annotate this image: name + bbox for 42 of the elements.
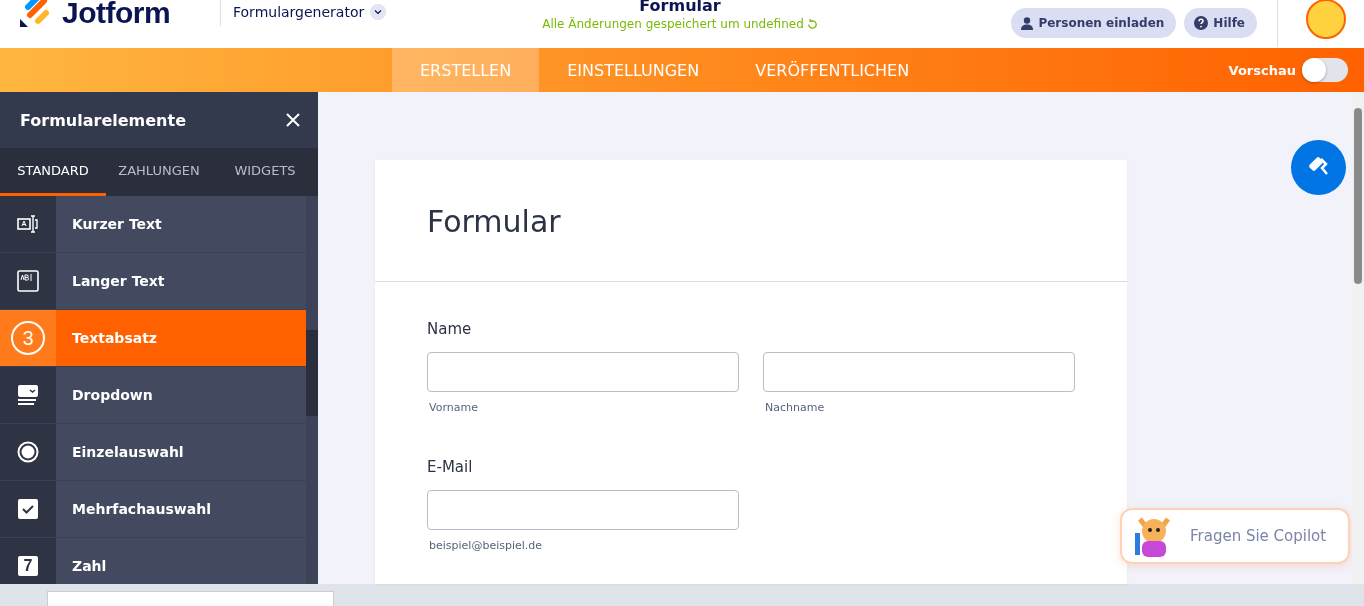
element-item[interactable]: Langer Text [0, 253, 306, 310]
taskbar-search-field[interactable] [47, 591, 334, 606]
element-item[interactable]: Kurzer Text [0, 196, 306, 253]
preview-label: Vorschau [1228, 62, 1296, 78]
field-sublabel: Vorname [428, 401, 479, 414]
text-area-icon [17, 270, 39, 292]
text-field-icon [17, 214, 39, 234]
dropdown-icon [18, 385, 38, 405]
refresh-icon[interactable] [806, 18, 818, 30]
element-item[interactable]: Mehrfachauswahl [0, 481, 306, 538]
close-button[interactable] [286, 113, 300, 127]
scrollbar-thumb[interactable] [306, 330, 318, 416]
element-item[interactable]: 7 Zahl [0, 538, 306, 584]
app-menu[interactable]: Formulargenerator [233, 4, 365, 20]
field-label: E-Mail [427, 458, 474, 476]
panel-tab[interactable]: ZAHLUNGEN [106, 148, 212, 196]
panel-tab[interactable]: WIDGETS [212, 148, 318, 196]
help-button[interactable]: Hilfe [1184, 8, 1257, 38]
radio-icon [17, 441, 39, 463]
input-field[interactable] [427, 490, 739, 530]
scrollbar-thumb[interactable] [1354, 108, 1362, 284]
number-badge: 3 [11, 321, 45, 355]
invite-button[interactable]: Personen einladen [1011, 8, 1177, 38]
panel-title: Formularelemente [20, 110, 186, 130]
logo-icon [20, 0, 52, 27]
number-icon: 7 [18, 556, 38, 576]
avatar[interactable] [1306, 0, 1346, 39]
checkbox-icon [18, 499, 38, 519]
field-sublabel: beispiel@beispiel.de [428, 539, 544, 552]
form-heading: Formular [375, 160, 1127, 282]
preview-toggle[interactable] [1302, 58, 1348, 82]
element-item[interactable]: Dropdown [0, 367, 306, 424]
help-icon [1194, 16, 1209, 30]
input-field[interactable] [763, 352, 1075, 392]
person-icon [1021, 16, 1034, 30]
copilot-button[interactable]: Fragen Sie Copilot [1120, 508, 1350, 564]
brand-name: Jotform [62, 0, 171, 30]
save-status: Alle Änderungen gespeichert um undefined [542, 17, 804, 31]
element-item[interactable]: Einzelauswahl [0, 424, 306, 481]
field-label: Name [427, 320, 473, 338]
input-field[interactable] [427, 352, 739, 392]
field-sublabel: Nachname [764, 401, 826, 414]
